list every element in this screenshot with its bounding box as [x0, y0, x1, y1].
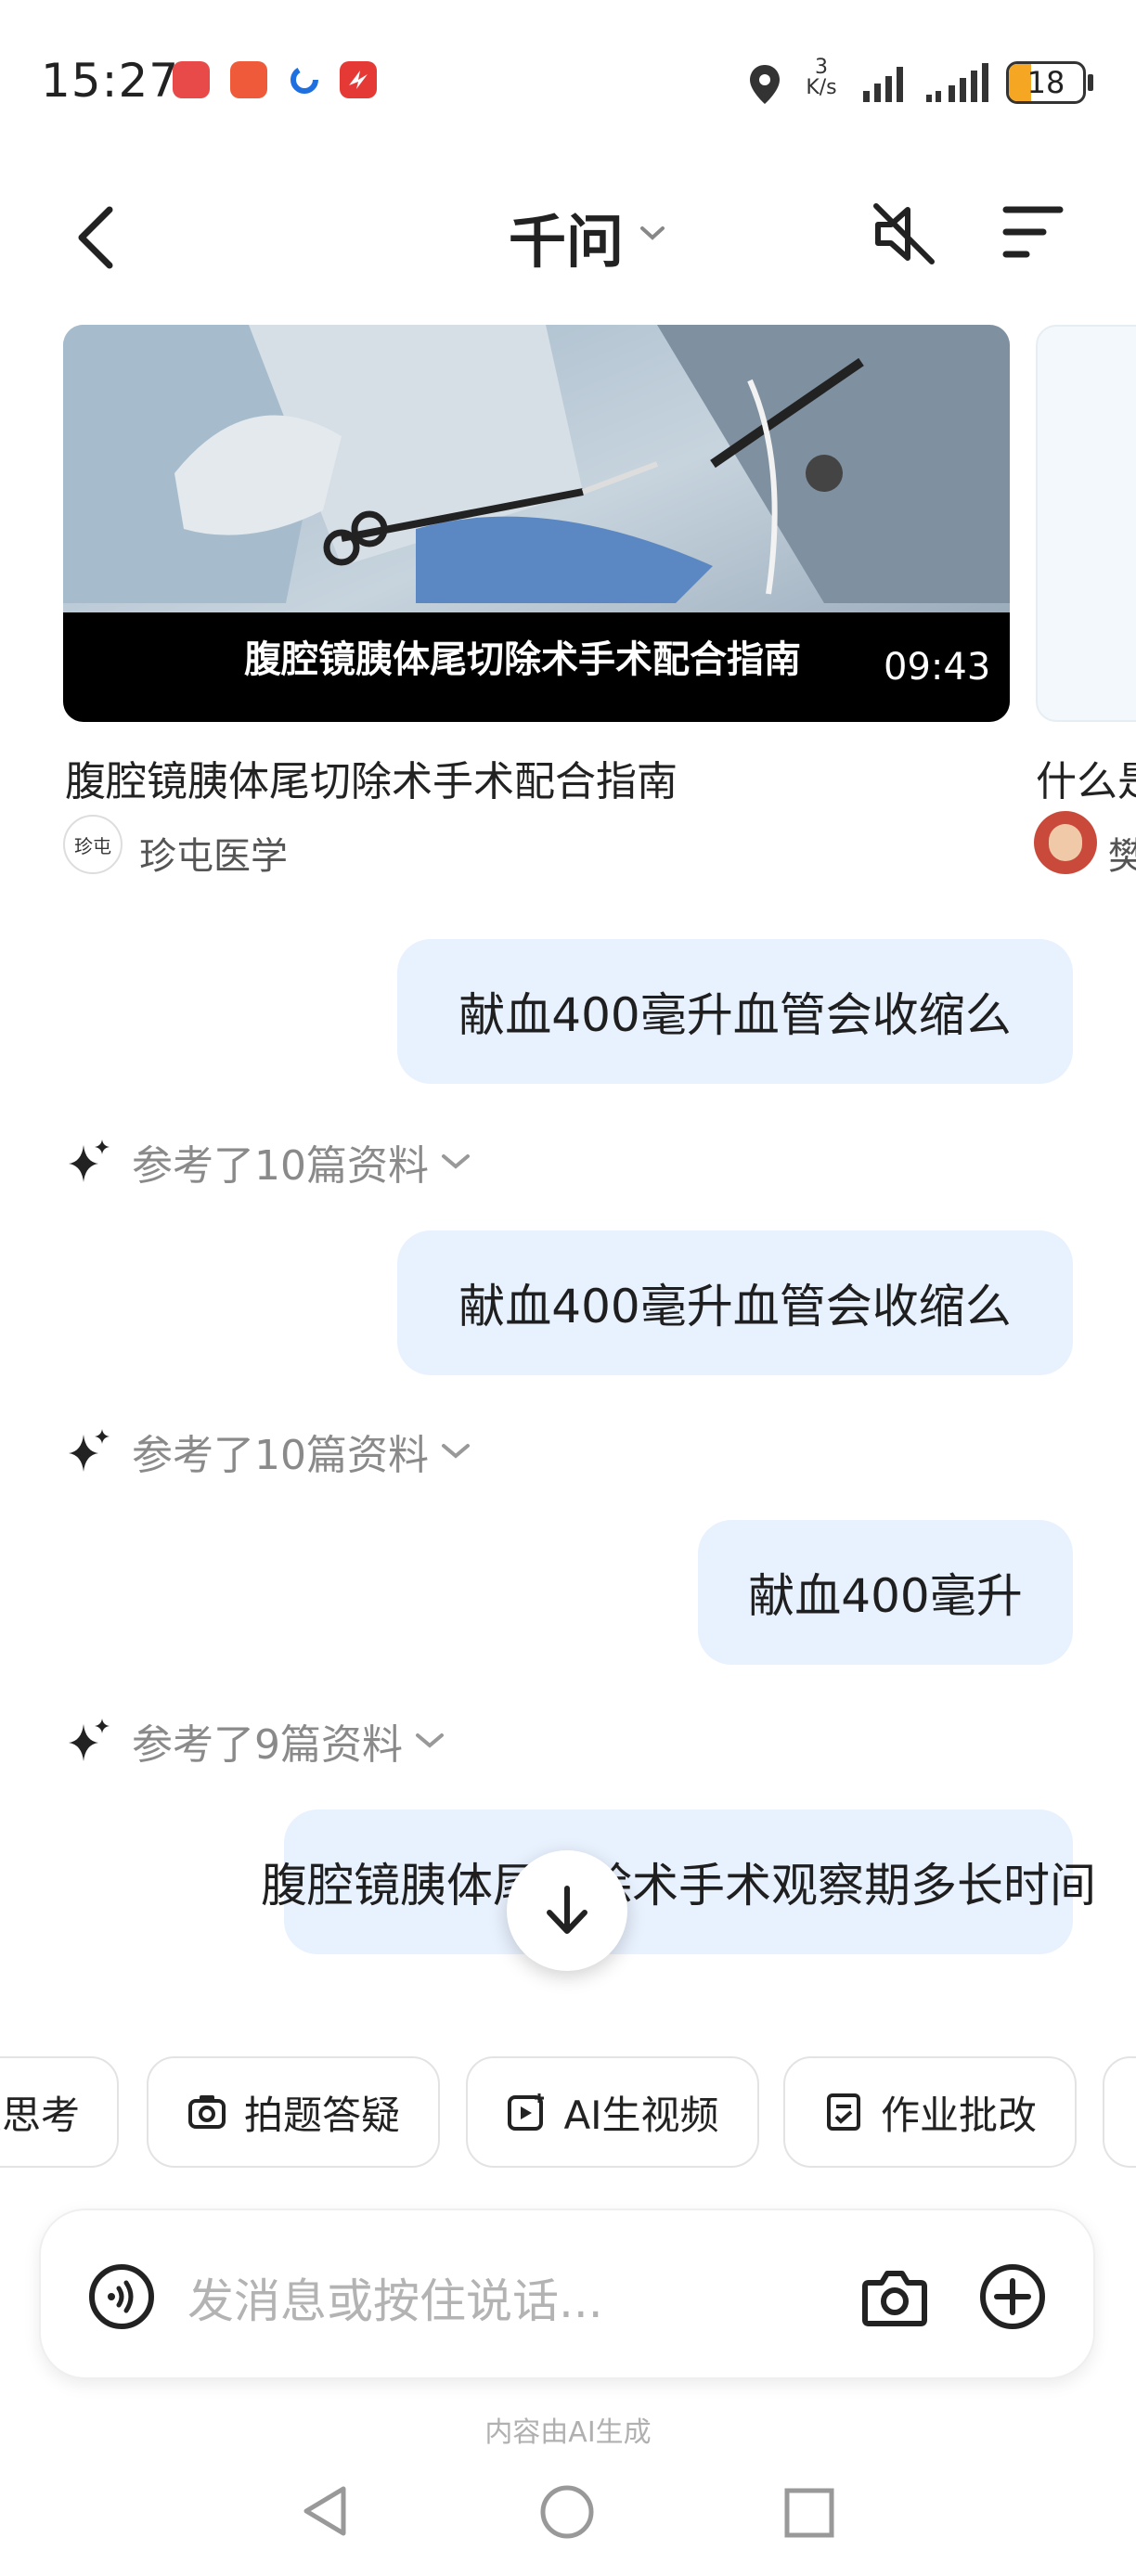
nav-home-icon[interactable]: [538, 2483, 596, 2541]
back-icon[interactable]: [74, 204, 117, 271]
status-time: 15:27: [41, 54, 180, 108]
signal-icon-1: [863, 67, 903, 102]
network-speed: 3 K/s: [798, 58, 845, 98]
menu-icon[interactable]: [1002, 204, 1064, 262]
sparkle-icon: [69, 1140, 110, 1182]
chip-photo-question[interactable]: 拍题答疑: [147, 2056, 440, 2168]
chip-label: 拍题答疑: [243, 2092, 400, 2138]
reference-text: 参考了10篇资料: [132, 1432, 429, 1479]
page-title[interactable]: 千问: [509, 195, 624, 278]
location-icon: [750, 65, 780, 104]
video-card-2-title[interactable]: 什么是: [1036, 748, 1136, 807]
red-app-icon: [340, 61, 377, 98]
blue-app-icon: [286, 61, 323, 98]
chevron-down-icon: [442, 1154, 470, 1169]
reference-row[interactable]: 参考了9篇资料: [65, 1713, 445, 1769]
chip-label: AI生视频: [563, 2092, 719, 2138]
mute-icon[interactable]: [869, 199, 939, 269]
source-avatar: 珍屯: [63, 815, 123, 874]
arrow-down-icon: [547, 1886, 587, 1934]
sparkle-icon: [69, 1719, 110, 1761]
user-message-bubble[interactable]: 献血400毫升血管会收缩么: [397, 1230, 1073, 1375]
battery-tip: [1088, 74, 1093, 91]
source-name: 珍屯医学: [139, 835, 288, 878]
message-input-placeholder[interactable]: 发消息或按住说话...: [187, 2264, 603, 2331]
source-logo-text: 珍屯: [74, 834, 111, 857]
voice-icon[interactable]: [87, 2262, 156, 2331]
status-bar: 15:27 3 K/s 18: [0, 0, 1136, 167]
video-card[interactable]: 腹腔镜胰体尾切除术手术配合指南 09:43: [63, 325, 1010, 722]
battery-icon: 18: [1006, 61, 1086, 104]
chip-ai-video[interactable]: AI生视频: [466, 2056, 759, 2168]
chip-deep-think[interactable]: 深度思考: [0, 2056, 119, 2168]
signal-icon-2: [926, 63, 988, 102]
source-name-2: 樊: [1108, 835, 1136, 878]
message-input-bar[interactable]: 发消息或按住说话...: [39, 2209, 1095, 2379]
huawei-app-icon: [173, 61, 210, 98]
user-message-bubble[interactable]: 献血400毫升: [698, 1520, 1073, 1665]
reference-row[interactable]: 参考了10篇资料: [65, 1423, 471, 1479]
source-avatar-2: [1034, 811, 1097, 874]
video-plus-icon: [508, 2093, 545, 2131]
nav-back-icon[interactable]: [299, 2483, 349, 2539]
battery-level: 18: [1026, 65, 1065, 100]
video-card-2[interactable]: [1036, 325, 1136, 722]
chevron-down-icon[interactable]: [639, 225, 666, 243]
user-message-bubble[interactable]: 献血400毫升血管会收缩么: [397, 939, 1073, 1084]
camera-question-icon: [187, 2095, 226, 2129]
chip-homework[interactable]: 作业批改: [783, 2056, 1077, 2168]
chevron-down-icon: [442, 1444, 470, 1459]
network-speed-unit: K/s: [806, 76, 837, 99]
video-duration: 09:43: [884, 646, 991, 689]
video-overlay-title: 腹腔镜胰体尾切除术手术配合指南: [244, 638, 801, 681]
add-icon[interactable]: [978, 2262, 1047, 2331]
title-bar: 千问: [0, 167, 1136, 325]
scroll-fade: [0, 1967, 1136, 2032]
reference-text: 参考了9篇资料: [132, 1721, 403, 1769]
chevron-down-icon: [416, 1733, 444, 1748]
reference-row[interactable]: 参考了10篇资料: [65, 1134, 471, 1190]
notification-app-icon: [230, 61, 267, 98]
video-card-title[interactable]: 腹腔镜胰体尾切除术手术配合指南: [65, 748, 678, 807]
user-message-bubble[interactable]: 腹腔镜胰体尾切除术手术观察期多长时间: [261, 1810, 1096, 1954]
reference-text: 参考了10篇资料: [132, 1142, 429, 1190]
chip-label: 深度思考: [0, 2092, 80, 2138]
ai-generated-note: 内容由AI生成: [484, 2416, 652, 2449]
homework-icon: [826, 2093, 860, 2131]
camera-icon[interactable]: [861, 2266, 928, 2327]
scroll-to-bottom-button[interactable]: [507, 1850, 627, 1971]
network-speed-value: 3: [815, 56, 828, 79]
chip-label: 作业批改: [880, 2092, 1037, 2138]
nav-recents-icon[interactable]: [783, 2487, 835, 2539]
sparkle-icon: [69, 1429, 110, 1472]
chip-more[interactable]: [1103, 2056, 1136, 2168]
